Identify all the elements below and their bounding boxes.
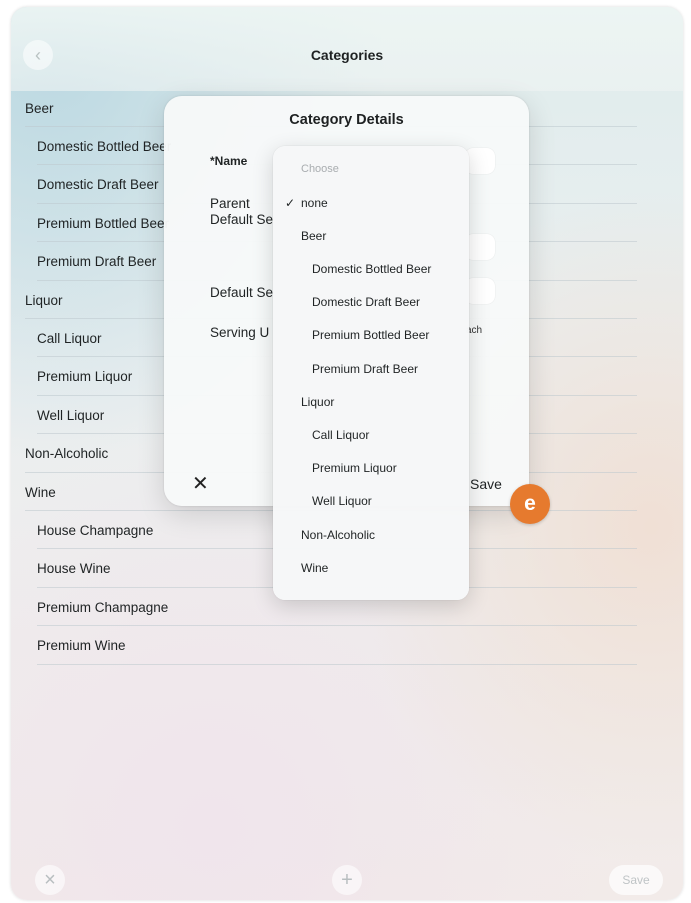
dropdown-option-label: Call Liquor (312, 427, 370, 442)
close-icon: × (44, 868, 56, 891)
navigation-bar: ‹ Categories (11, 7, 683, 91)
category-row-label: Beer (25, 100, 54, 116)
dropdown-option-label: Beer (301, 228, 327, 243)
dropdown-option[interactable]: Non-Alcoholic (273, 518, 469, 551)
category-row-label: Premium Bottled Beer (37, 215, 170, 231)
dropdown-option-label: Well Liquor (312, 494, 372, 509)
dropdown-option-label: Domestic Bottled Beer (312, 261, 432, 276)
dropdown-option[interactable]: Premium Draft Beer (273, 352, 469, 385)
category-row[interactable]: Premium Wine (11, 627, 683, 665)
category-row-label: Premium Champagne (37, 599, 169, 615)
dropdown-option-label: none (301, 195, 328, 210)
dropdown-option-label: Domestic Draft Beer (312, 295, 421, 310)
dialog-title: Category Details (289, 112, 404, 128)
default-size-label: Default Se (210, 285, 273, 300)
category-row-label: Premium Wine (37, 638, 126, 654)
dropdown-option[interactable]: Liquor (273, 385, 469, 418)
dropdown-option-label: Premium Bottled Beer (312, 328, 430, 343)
scroll-fade (273, 580, 469, 600)
close-button[interactable]: × (35, 865, 65, 895)
category-row-label: Liquor (25, 292, 63, 308)
category-row-label: House Wine (37, 561, 111, 577)
dropdown-option[interactable]: Domestic Bottled Beer (273, 252, 469, 285)
name-label: *Name (210, 154, 248, 168)
category-row-label: Well Liquor (37, 407, 105, 423)
serving-unit-label: Serving U (210, 325, 270, 340)
dropdown-option[interactable]: Beer (273, 219, 469, 252)
default-serving-field[interactable] (465, 234, 495, 260)
dropdown-option[interactable]: Premium Liquor (273, 452, 469, 485)
category-row-label: Non-Alcoholic (25, 446, 109, 462)
dropdown-option[interactable]: ✓ none (273, 186, 469, 219)
category-row-label: Premium Draft Beer (37, 254, 157, 270)
close-icon: ✕ (192, 473, 209, 495)
dropdown-placeholder: Choose (301, 162, 339, 175)
category-row-label: Premium Liquor (37, 369, 133, 385)
checkmark-icon: ✓ (285, 195, 296, 210)
dropdown-option-label: Liquor (301, 394, 335, 409)
plus-icon: + (341, 868, 353, 891)
page-title: Categories (310, 47, 384, 63)
save-button[interactable]: Save (609, 865, 663, 895)
category-row-label: Domestic Bottled Beer (37, 138, 172, 154)
row-divider (37, 663, 637, 665)
dropdown-option[interactable]: Premium Bottled Beer (273, 319, 469, 352)
default-serving-label-text: Default Se (210, 212, 273, 227)
category-row-label: Domestic Draft Beer (37, 177, 159, 193)
default-serving-label: Default Se (210, 212, 273, 227)
add-button[interactable]: + (332, 865, 362, 895)
avatar-badge[interactable]: e (510, 484, 550, 524)
parent-dropdown-menu[interactable]: Choose ✓ none Beer Domestic Bottled Beer Dom… (273, 146, 469, 600)
dropdown-option[interactable]: Call Liquor (273, 418, 469, 451)
dropdown-option-label: Wine (301, 560, 329, 575)
category-row-label: Wine (25, 484, 56, 500)
category-row-label: Call Liquor (37, 330, 102, 346)
category-row-label: House Champagne (37, 522, 154, 538)
dropdown-option[interactable]: Domestic Draft Beer (273, 286, 469, 319)
dialog-close-button[interactable]: ✕ (192, 474, 209, 494)
name-field[interactable] (465, 148, 495, 174)
dropdown-option-label: Premium Liquor (312, 461, 397, 476)
dialog-save-button[interactable]: Save (470, 476, 502, 492)
default-size-field[interactable] (465, 278, 495, 304)
dropdown-option[interactable]: Well Liquor (273, 485, 469, 518)
parent-label: Parent (210, 196, 250, 211)
dropdown-option-label: Premium Draft Beer (312, 361, 419, 376)
dropdown-option-label: Non-Alcoholic (301, 527, 376, 542)
